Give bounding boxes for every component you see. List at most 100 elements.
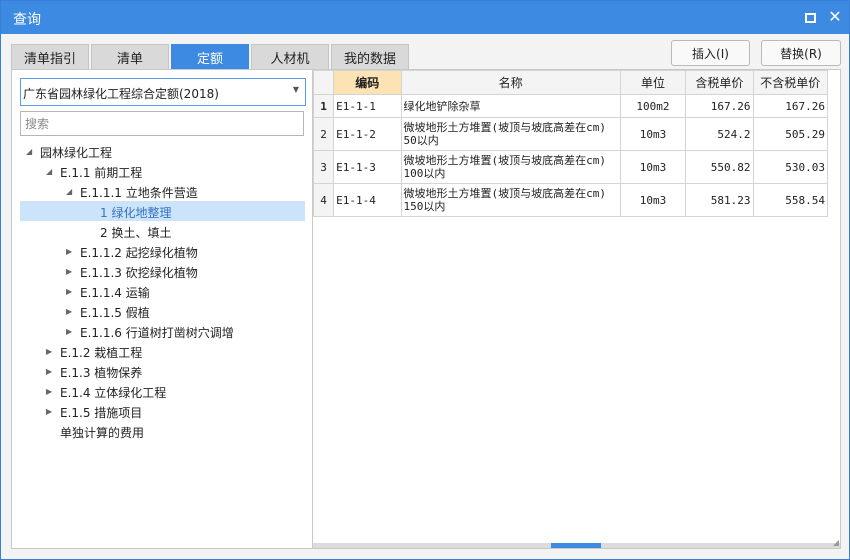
cell-unit[interactable]: 100m2 xyxy=(619,94,687,118)
cell-price-tax[interactable]: 524.2 xyxy=(685,117,754,151)
resize-grip-icon[interactable]: ◢ xyxy=(833,538,839,547)
expand-triangle-icon[interactable]: ▶ xyxy=(66,307,72,316)
tree-node[interactable]: ▶ E.1.1.2 起挖绿化植物 xyxy=(20,241,305,261)
tab-materials[interactable]: 人材机 xyxy=(251,44,329,69)
insert-button[interactable]: 插入(I) xyxy=(671,40,750,66)
expand-triangle-icon[interactable]: ▶ xyxy=(46,387,52,396)
cell-price-notax[interactable]: 558.54 xyxy=(752,183,829,217)
cell-code[interactable]: E1-1-2 xyxy=(333,117,402,151)
tree-node[interactable]: ▶ E.1.1.5 假植 xyxy=(20,301,305,321)
tree-node-label: E.1.5 措施项目 xyxy=(60,406,143,420)
row-number: 1 xyxy=(312,94,335,118)
tree-node-label: 2 换土、填土 xyxy=(100,226,172,240)
expand-triangle-icon[interactable]: ▶ xyxy=(66,327,72,336)
tree-node-label: E.1.2 栽植工程 xyxy=(60,346,143,360)
quota-library-select[interactable]: 广东省园林绿化工程综合定额(2018) ▼ xyxy=(20,78,306,106)
column-header-code[interactable]: 编码 xyxy=(333,70,402,95)
row-number: 3 xyxy=(312,150,335,184)
tree-node[interactable]: ▶ E.1.1.4 运输 xyxy=(20,281,305,301)
tree-node[interactable]: ▶ E.1.1.6 行道树打凿树穴调增 xyxy=(20,321,305,341)
expand-triangle-icon[interactable]: ▶ xyxy=(46,367,52,376)
cell-code[interactable]: E1-1-3 xyxy=(333,150,402,184)
tree-node-label: E.1.1.4 运输 xyxy=(80,286,150,300)
tree-node[interactable]: 2 换土、填土 xyxy=(20,221,305,241)
cell-name[interactable]: 微坡地形土方堆置(坡顶与坡底高差在cm) 50以内 xyxy=(400,117,621,151)
expand-triangle-icon[interactable]: ▶ xyxy=(66,267,72,276)
maximize-icon xyxy=(805,13,816,23)
tree-node[interactable]: ◢ 园林绿化工程 xyxy=(20,141,305,161)
cell-price-tax[interactable]: 581.23 xyxy=(685,183,754,217)
tree-node[interactable]: ▶ E.1.4 立体绿化工程 xyxy=(20,381,305,401)
expand-triangle-icon[interactable]: ▶ xyxy=(46,347,52,356)
cell-price-notax[interactable]: 167.26 xyxy=(752,94,829,118)
cell-code[interactable]: E1-1-1 xyxy=(333,94,402,118)
cell-price-tax[interactable]: 167.26 xyxy=(685,94,754,118)
column-header-unit[interactable]: 单位 xyxy=(619,70,687,95)
table-row[interactable]: 4 E1-1-4 微坡地形土方堆置(坡顶与坡底高差在cm) 150以内 10m3… xyxy=(312,183,829,217)
cell-unit[interactable]: 10m3 xyxy=(619,117,687,151)
table-row[interactable]: 2 E1-1-2 微坡地形土方堆置(坡顶与坡底高差在cm) 50以内 10m3 … xyxy=(312,117,829,151)
expand-triangle-icon[interactable]: ▶ xyxy=(66,247,72,256)
right-panel: 编码 名称 单位 含税单价 不含税单价 1 E1-1-1 绿化地铲除杂草 100… xyxy=(312,69,841,549)
row-number: 4 xyxy=(312,183,335,217)
search-input[interactable] xyxy=(20,111,304,136)
tree-node-label: E.1.3 植物保养 xyxy=(60,366,143,380)
quota-library-value: 广东省园林绿化工程综合定额(2018) xyxy=(23,87,219,101)
column-header-name[interactable]: 名称 xyxy=(400,70,621,95)
tree-node-label: 1 绿化地整理 xyxy=(100,206,172,220)
tab-list-guide[interactable]: 清单指引 xyxy=(11,44,89,69)
chevron-down-icon: ▼ xyxy=(292,85,299,94)
tree-node[interactable]: ▶ E.1.5 措施项目 xyxy=(20,401,305,421)
tree-node-label: E.1.1.5 假植 xyxy=(80,306,150,320)
tree-node[interactable]: 1 绿化地整理 xyxy=(20,201,305,221)
query-dialog: 查询 ✕ 清单指引 清单 定额 人材机 我的数据 插入(I) 替换(R) 广东省… xyxy=(0,0,850,560)
collapse-triangle-icon[interactable]: ◢ xyxy=(46,167,52,176)
tree-node-label: E.1.1.1 立地条件营造 xyxy=(80,186,198,200)
expand-triangle-icon[interactable]: ▶ xyxy=(46,407,52,416)
cell-price-notax[interactable]: 505.29 xyxy=(752,117,829,151)
quota-table: 编码 名称 单位 含税单价 不含税单价 1 E1-1-1 绿化地铲除杂草 100… xyxy=(312,70,829,217)
tree-node[interactable]: ▶ E.1.2 栽植工程 xyxy=(20,341,305,361)
left-panel: 广东省园林绿化工程综合定额(2018) ▼ ◢ 园林绿化工程 ◢ E.1.1 前期工程… xyxy=(11,69,313,549)
tree-node[interactable]: ◢ E.1.1 前期工程 xyxy=(20,161,305,181)
tree-node-label: 园林绿化工程 xyxy=(40,146,113,160)
cell-name[interactable]: 微坡地形土方堆置(坡顶与坡底高差在cm) 150以内 xyxy=(400,183,621,217)
tree-node[interactable]: 单独计算的费用 xyxy=(20,421,305,441)
table-row[interactable]: 3 E1-1-3 微坡地形土方堆置(坡顶与坡底高差在cm) 100以内 10m3… xyxy=(312,150,829,184)
cell-unit[interactable]: 10m3 xyxy=(619,183,687,217)
dialog-title: 查询 xyxy=(13,12,41,28)
tree-node[interactable]: ▶ E.1.3 植物保养 xyxy=(20,361,305,381)
title-bar[interactable]: 查询 ✕ xyxy=(1,1,849,34)
tree-node-label: E.1.1.3 砍挖绿化植物 xyxy=(80,266,198,280)
row-number-header xyxy=(312,70,335,95)
row-number: 2 xyxy=(312,117,335,151)
tree-node[interactable]: ◢ E.1.1.1 立地条件营造 xyxy=(20,181,305,201)
tree-node[interactable]: ▶ E.1.1.3 砍挖绿化植物 xyxy=(20,261,305,281)
tab-quota[interactable]: 定额 xyxy=(171,44,249,69)
tree-node-label: E.1.1 前期工程 xyxy=(60,166,143,180)
expand-triangle-icon[interactable]: ▶ xyxy=(66,287,72,296)
replace-button[interactable]: 替换(R) xyxy=(761,40,841,66)
maximize-button[interactable] xyxy=(802,9,818,25)
cell-name[interactable]: 绿化地铲除杂草 xyxy=(400,94,621,118)
cell-code[interactable]: E1-1-4 xyxy=(333,183,402,217)
cell-unit[interactable]: 10m3 xyxy=(619,150,687,184)
tab-my-data[interactable]: 我的数据 xyxy=(331,44,409,69)
cell-price-notax[interactable]: 530.03 xyxy=(752,150,829,184)
close-button[interactable]: ✕ xyxy=(827,9,843,25)
scrollbar-thumb[interactable] xyxy=(551,543,601,548)
tree-node-label: E.1.1.2 起挖绿化植物 xyxy=(80,246,198,260)
table-header-row: 编码 名称 单位 含税单价 不含税单价 xyxy=(312,70,829,95)
column-header-price-tax[interactable]: 含税单价 xyxy=(685,70,754,95)
tree-node-label: E.1.1.6 行道树打凿树穴调增 xyxy=(80,326,234,340)
tree-node-label: 单独计算的费用 xyxy=(60,426,145,440)
cell-price-tax[interactable]: 550.82 xyxy=(685,150,754,184)
cell-name[interactable]: 微坡地形土方堆置(坡顶与坡底高差在cm) 100以内 xyxy=(400,150,621,184)
horizontal-scrollbar[interactable] xyxy=(313,543,840,548)
collapse-triangle-icon[interactable]: ◢ xyxy=(66,187,72,196)
tree-node-label: E.1.4 立体绿化工程 xyxy=(60,386,167,400)
column-header-price-notax[interactable]: 不含税单价 xyxy=(752,70,829,95)
collapse-triangle-icon[interactable]: ◢ xyxy=(26,147,32,156)
tab-list[interactable]: 清单 xyxy=(91,44,169,69)
table-row[interactable]: 1 E1-1-1 绿化地铲除杂草 100m2 167.26 167.26 xyxy=(312,94,829,118)
